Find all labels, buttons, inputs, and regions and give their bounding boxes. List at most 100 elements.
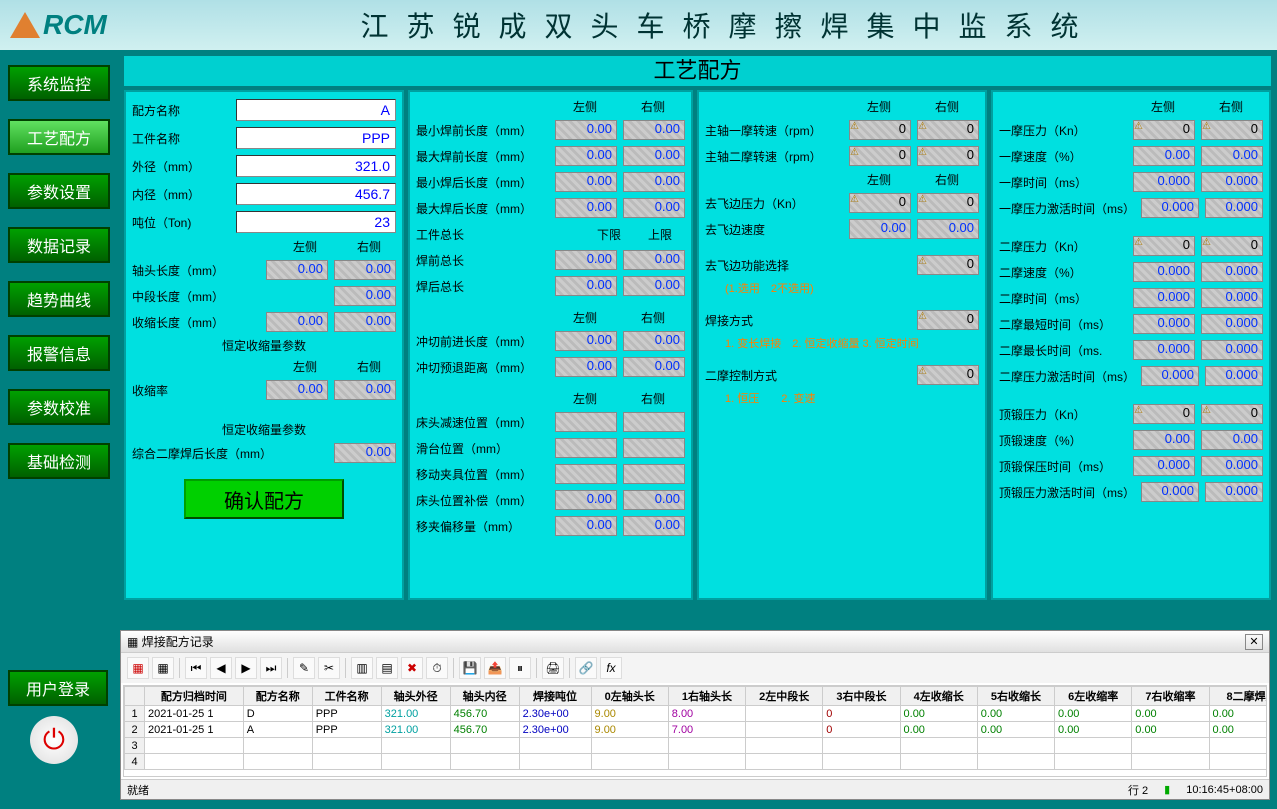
- confirm-recipe-button[interactable]: 确认配方: [184, 479, 344, 519]
- param-val-l[interactable]: 0: [1133, 404, 1195, 424]
- grid-cell[interactable]: 7.00: [668, 722, 745, 738]
- before-r[interactable]: 0.00: [623, 250, 685, 270]
- grid-cell[interactable]: [312, 738, 381, 754]
- nav-system-monitor[interactable]: 系统监控: [8, 65, 110, 101]
- grid-cell[interactable]: 0.00: [1209, 706, 1267, 722]
- param-val-l[interactable]: 0.00: [555, 172, 617, 192]
- nav-data-record[interactable]: 数据记录: [8, 227, 110, 263]
- param-val-l[interactable]: 0.000: [1141, 198, 1199, 218]
- grid-header[interactable]: 配方归档时间: [145, 687, 244, 706]
- tb-export-icon[interactable]: 📤: [484, 657, 506, 679]
- param-val-l[interactable]: [555, 438, 617, 458]
- comp-r[interactable]: 0.00: [334, 443, 396, 463]
- grid-cell[interactable]: [746, 754, 823, 770]
- login-button[interactable]: 用户登录: [8, 670, 108, 706]
- grid-cell[interactable]: [519, 754, 591, 770]
- nav-alarm[interactable]: 报警信息: [8, 335, 110, 371]
- record-grid-wrap[interactable]: 配方归档时间配方名称工件名称轴头外径轴头内径焊接吨位0左轴头长1右轴头长2左中段…: [123, 685, 1267, 777]
- grid-cell[interactable]: 2: [125, 722, 145, 738]
- tb-save-icon[interactable]: 💾: [459, 657, 481, 679]
- grid-cell[interactable]: 2.30e+00: [519, 722, 591, 738]
- tb-next-icon[interactable]: ▶: [235, 657, 257, 679]
- nav-recipe[interactable]: 工艺配方: [8, 119, 110, 155]
- param-val-r[interactable]: 0.000: [1205, 366, 1263, 386]
- grid-cell[interactable]: 0: [823, 706, 900, 722]
- axis-len-r[interactable]: 0.00: [334, 260, 396, 280]
- grid-cell[interactable]: 321.00: [381, 722, 450, 738]
- param-val-r[interactable]: 0.000: [1201, 262, 1263, 282]
- spd1-r[interactable]: 0: [917, 120, 979, 140]
- grid-cell[interactable]: [746, 706, 823, 722]
- grid-cell[interactable]: 4: [125, 754, 145, 770]
- grid-cell[interactable]: 2021-01-25 1: [145, 706, 244, 722]
- grid-header[interactable]: 6左收缩率: [1055, 687, 1132, 706]
- grid-header[interactable]: [125, 687, 145, 706]
- fly-s-l[interactable]: 0.00: [849, 219, 911, 239]
- grid-cell[interactable]: [591, 738, 668, 754]
- grid-cell[interactable]: 0.00: [1209, 722, 1267, 738]
- grid-cell[interactable]: [145, 754, 244, 770]
- param-val-l[interactable]: 0: [1133, 236, 1195, 256]
- param-val-l[interactable]: 0.00: [555, 120, 617, 140]
- grid-cell[interactable]: [746, 722, 823, 738]
- axis-len-l[interactable]: 0.00: [266, 260, 328, 280]
- param-val-l[interactable]: [555, 464, 617, 484]
- tb-time-icon[interactable]: ⏱: [426, 657, 448, 679]
- grid-header[interactable]: 1右轴头长: [668, 687, 745, 706]
- nav-calibrate[interactable]: 参数校准: [8, 389, 110, 425]
- param-val-r[interactable]: 0.000: [1201, 314, 1263, 334]
- spd2-l[interactable]: 0: [849, 146, 911, 166]
- grid-header[interactable]: 5右收缩长: [977, 687, 1054, 706]
- grid-cell[interactable]: [381, 754, 450, 770]
- table-row[interactable]: 12021-01-25 1DPPP321.00456.702.30e+009.0…: [125, 706, 1268, 722]
- after-l[interactable]: 0.00: [555, 276, 617, 296]
- grid-cell[interactable]: [668, 738, 745, 754]
- param-val-r[interactable]: 0.00: [623, 198, 685, 218]
- grid-header[interactable]: 2左中段长: [746, 687, 823, 706]
- grid-cell[interactable]: [1132, 738, 1209, 754]
- grid-header[interactable]: 焊接吨位: [519, 687, 591, 706]
- param-val-r[interactable]: 0.00: [1201, 146, 1263, 166]
- power-button[interactable]: ⏻: [30, 716, 78, 764]
- grid-cell[interactable]: 9.00: [591, 722, 668, 738]
- param-val-r[interactable]: [623, 464, 685, 484]
- fly-p-l[interactable]: 0: [849, 193, 911, 213]
- grid-cell[interactable]: A: [243, 722, 312, 738]
- spd1-l[interactable]: 0: [849, 120, 911, 140]
- param-val-l[interactable]: 0.00: [1133, 146, 1195, 166]
- grid-cell[interactable]: [381, 738, 450, 754]
- tb-edit-icon[interactable]: ✎: [293, 657, 315, 679]
- param-val-r[interactable]: 0.000: [1201, 456, 1263, 476]
- grid-header[interactable]: 配方名称: [243, 687, 312, 706]
- grid-cell[interactable]: PPP: [312, 722, 381, 738]
- grid-cell[interactable]: [1055, 738, 1132, 754]
- grid-cell[interactable]: [312, 754, 381, 770]
- fly-s-r[interactable]: 0.00: [917, 219, 979, 239]
- param-val-l[interactable]: 0.000: [1133, 288, 1195, 308]
- grid-cell[interactable]: 8.00: [668, 706, 745, 722]
- grid-cell[interactable]: [450, 754, 519, 770]
- param-val-r[interactable]: 0: [1201, 236, 1263, 256]
- param-val-l[interactable]: 0.00: [1133, 430, 1195, 450]
- tb-grid-red-icon[interactable]: ▦: [127, 657, 149, 679]
- param-val-r[interactable]: [623, 412, 685, 432]
- param-val-l[interactable]: [555, 412, 617, 432]
- grid-cell[interactable]: [900, 738, 977, 754]
- param-val-r[interactable]: 0.000: [1205, 198, 1263, 218]
- nav-basic-check[interactable]: 基础检测: [8, 443, 110, 479]
- table-row[interactable]: 4: [125, 754, 1268, 770]
- grid-cell[interactable]: [450, 738, 519, 754]
- tb-col2-icon[interactable]: ▤: [376, 657, 398, 679]
- tb-last-icon[interactable]: ⏭: [260, 657, 282, 679]
- tb-prev-icon[interactable]: ◀: [210, 657, 232, 679]
- param-val-r[interactable]: [623, 438, 685, 458]
- grid-cell[interactable]: 3: [125, 738, 145, 754]
- fly-p-r[interactable]: 0: [917, 193, 979, 213]
- param-val-l[interactable]: 0.00: [555, 331, 617, 351]
- grid-header[interactable]: 工件名称: [312, 687, 381, 706]
- tb-print-icon[interactable]: 🖨: [542, 657, 564, 679]
- grid-cell[interactable]: 0.00: [1055, 722, 1132, 738]
- param-val-r[interactable]: 0.00: [623, 331, 685, 351]
- param-val-l[interactable]: 0.000: [1141, 366, 1199, 386]
- tb-col-icon[interactable]: ▥: [351, 657, 373, 679]
